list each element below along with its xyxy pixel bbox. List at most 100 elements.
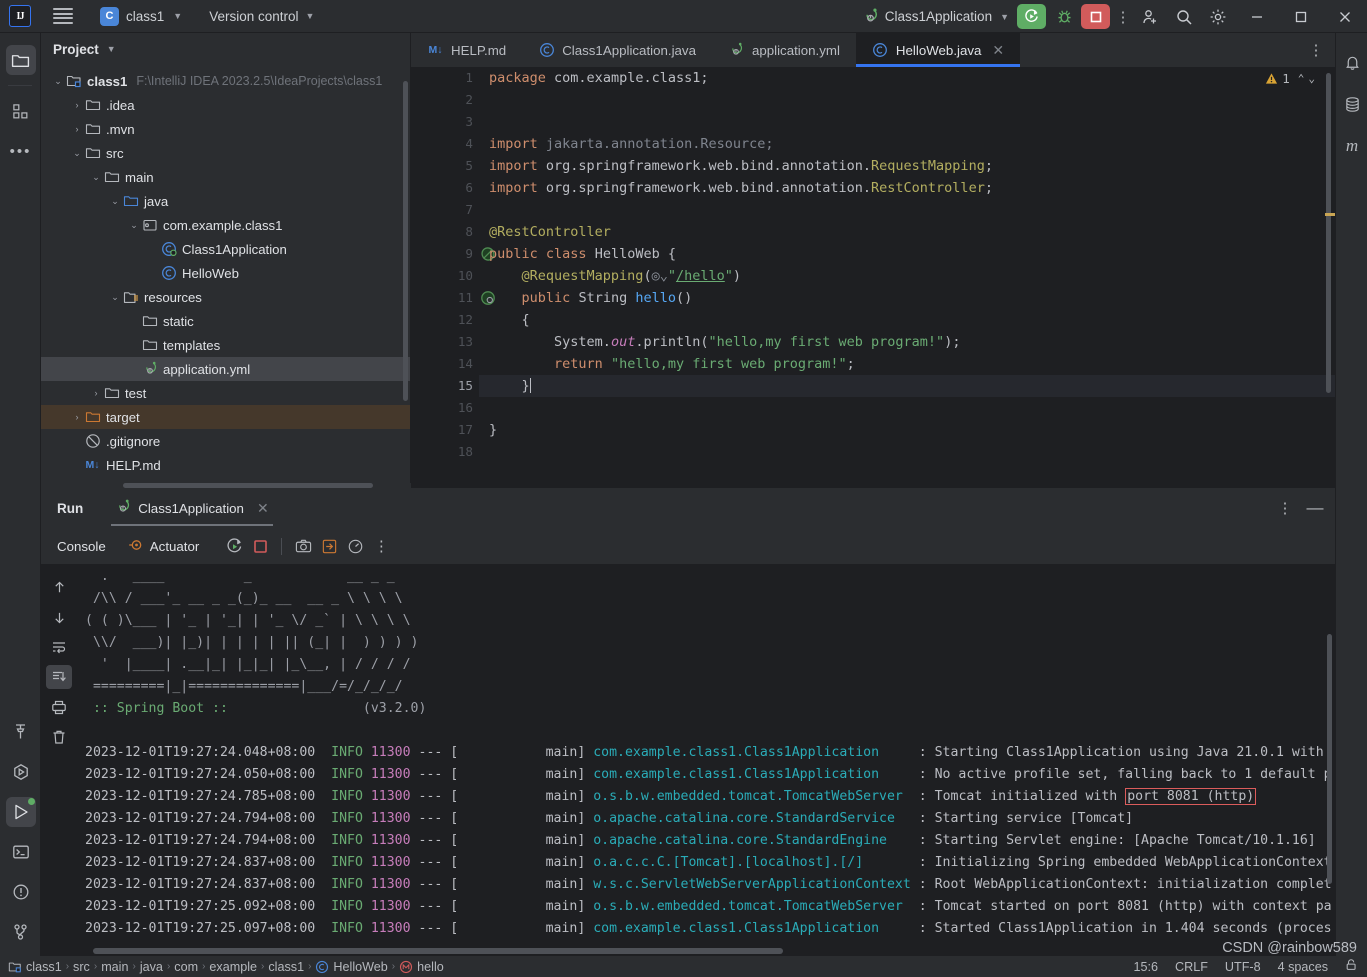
gutter-line-number[interactable]: 1	[411, 67, 479, 89]
editor-warning-marker[interactable]	[1325, 213, 1335, 216]
gutter-line-number[interactable]: 18	[411, 441, 479, 463]
inspection-widget[interactable]: 1 ⌃ ⌄	[1265, 71, 1315, 86]
breadcrumb-item-java[interactable]: java	[140, 960, 163, 974]
sidebar-item-version-control[interactable]	[0, 912, 41, 952]
tree-right-arrow-icon[interactable]: ›	[70, 124, 84, 134]
editor-tabs-more-icon[interactable]: ⋮	[1303, 33, 1329, 67]
indent-setting[interactable]: 4 spaces	[1278, 960, 1328, 974]
minimize-window-button[interactable]	[1235, 0, 1279, 33]
gutter-line-number[interactable]: 8	[411, 221, 479, 243]
gutter-line-number[interactable]: 14	[411, 353, 479, 375]
settings-gear-icon[interactable]	[1201, 0, 1235, 33]
editor-tab-bar[interactable]: M↓ HELP.md Class1Application.java applicati…	[411, 33, 1335, 67]
scroll-to-end-icon[interactable]	[41, 662, 77, 692]
gutter-line-number[interactable]: 3	[411, 111, 479, 133]
code-line[interactable]: @RequestMapping(◎⌄"/hello")	[479, 265, 1335, 287]
gutter-line-number[interactable]: 10	[411, 265, 479, 287]
tree-node-java[interactable]: ⌄ java	[41, 189, 410, 213]
run-configuration-selector[interactable]: Class1Application ▼	[862, 8, 1009, 25]
code-line[interactable]	[479, 199, 1335, 221]
tree-node-helloweb[interactable]: HelloWeb	[41, 261, 410, 285]
notifications-bell-icon[interactable]	[1336, 41, 1367, 83]
tree-node-src[interactable]: ⌄ src	[41, 141, 410, 165]
code-line[interactable]: return "hello,my first web program!";	[479, 353, 1335, 375]
sidebar-item-build[interactable]	[0, 712, 41, 752]
add-user-icon[interactable]	[1133, 0, 1167, 33]
gutter-line-number[interactable]: 16	[411, 397, 479, 419]
tree-down-arrow-icon[interactable]: ⌄	[127, 220, 141, 231]
scroll-down-icon[interactable]	[41, 602, 77, 632]
tree-node--mvn[interactable]: › .mvn	[41, 117, 410, 141]
tree-node-class1application[interactable]: Class1Application	[41, 237, 410, 261]
database-icon[interactable]	[1336, 83, 1367, 125]
gutter-line-number[interactable]: 17	[411, 419, 479, 441]
code-line[interactable]: }	[479, 375, 1335, 397]
run-session-tab[interactable]: Class1Application ✕	[105, 488, 278, 528]
close-tab-icon[interactable]: ✕	[992, 42, 1004, 59]
breadcrumb[interactable]: class1 › src › main › java › com › example › class1 ›…	[8, 960, 444, 974]
tree-down-arrow-icon[interactable]: ⌄	[70, 148, 84, 159]
print-icon[interactable]	[41, 692, 77, 722]
tree-node-help-md[interactable]: M↓ HELP.md	[41, 453, 410, 477]
code-line[interactable]: import jakarta.annotation.Resource;	[479, 133, 1335, 155]
run-button[interactable]	[1017, 4, 1046, 29]
code-line[interactable]: }	[479, 419, 1335, 441]
gutter-line-number[interactable]: 2	[411, 89, 479, 111]
close-window-button[interactable]	[1323, 0, 1367, 33]
editor-gutter[interactable]: 1 2 3 4 5 6 7 8 9 10 11 12 13 14 15 16 17 18	[411, 67, 495, 488]
editor-vertical-scrollbar[interactable]	[1326, 73, 1331, 393]
file-encoding[interactable]: UTF-8	[1225, 960, 1261, 974]
code-line[interactable]	[479, 397, 1335, 419]
gutter-line-number[interactable]: 9	[411, 243, 495, 265]
screenshot-icon[interactable]	[290, 533, 316, 559]
tree-node--idea[interactable]: › .idea	[41, 93, 410, 117]
more-actions-icon[interactable]: ⋮	[1113, 4, 1133, 29]
tree-node-class1[interactable]: ⌄ class1 F:\IntelliJ IDEA 2023.2.5\IdeaPro…	[41, 69, 410, 93]
console-more-icon[interactable]: ⋮	[368, 533, 394, 559]
gutter-line-number[interactable]: 15	[411, 375, 479, 397]
gutter-line-number[interactable]: 6	[411, 177, 479, 199]
chevron-down-icon[interactable]: ▼	[107, 44, 116, 54]
editor-code-lines[interactable]: package com.example.class1; import jakart…	[479, 67, 1335, 488]
editor-tab-helloweb-java[interactable]: HelloWeb.java ✕	[855, 33, 1021, 67]
clear-all-icon[interactable]	[41, 722, 77, 752]
sidebar-item-run[interactable]	[0, 792, 41, 832]
search-icon[interactable]	[1167, 0, 1201, 33]
editor-tab-help-md[interactable]: M↓ HELP.md	[411, 33, 522, 67]
gutter-line-number[interactable]: 7	[411, 199, 479, 221]
tree-node--gitignore[interactable]: .gitignore	[41, 429, 410, 453]
gutter-line-number[interactable]: 12	[411, 309, 479, 331]
breadcrumb-item-com[interactable]: com	[174, 960, 198, 974]
sidebar-item-problems[interactable]	[0, 872, 41, 912]
intellij-logo-icon[interactable]: IJ	[9, 5, 31, 27]
code-line[interactable]: public class HelloWeb {	[479, 243, 1335, 265]
line-separator[interactable]: CRLF	[1175, 960, 1208, 974]
stop-icon[interactable]	[247, 533, 273, 559]
debug-button[interactable]	[1051, 4, 1077, 29]
breadcrumb-item-main[interactable]: main	[101, 960, 128, 974]
breadcrumb-item-hello[interactable]: hello	[399, 960, 444, 974]
run-panel-options-icon[interactable]: ⋮	[1275, 496, 1295, 521]
sidebar-item-more-tools[interactable]: •••	[0, 131, 41, 171]
console-vertical-scrollbar[interactable]	[1327, 634, 1332, 884]
profiler-icon[interactable]	[342, 533, 368, 559]
sidebar-item-project[interactable]	[0, 40, 41, 80]
code-line[interactable]: import org.springframework.web.bind.anno…	[479, 155, 1335, 177]
gutter-line-number[interactable]: 4	[411, 133, 479, 155]
main-menu-icon[interactable]	[53, 8, 73, 24]
breadcrumb-item-class1[interactable]: class1	[268, 960, 304, 974]
console-log[interactable]: . ____ _ __ _ _ /\\ / ___'_ __ _ _(_)_ _…	[77, 564, 1335, 958]
code-line[interactable]: package com.example.class1;	[479, 67, 1335, 89]
project-tree[interactable]: ⌄ class1 F:\IntelliJ IDEA 2023.2.5\IdeaPro…	[41, 65, 410, 477]
scroll-up-icon[interactable]	[41, 572, 77, 602]
code-line[interactable]: System.out.println("hello,my first web p…	[479, 331, 1335, 353]
project-selector[interactable]: C class1 ▼	[95, 5, 187, 28]
tree-node-com-example-class1[interactable]: ⌄ com.example.class1	[41, 213, 410, 237]
prev-problem-icon[interactable]: ⌃	[1298, 72, 1305, 85]
next-problem-icon[interactable]: ⌄	[1308, 72, 1315, 85]
tree-node-resources[interactable]: ⌄ resources	[41, 285, 410, 309]
console-horizontal-scrollbar[interactable]	[93, 948, 783, 954]
gutter-line-number[interactable]: 5	[411, 155, 479, 177]
caret-position[interactable]: 15:6	[1134, 960, 1159, 974]
tree-down-arrow-icon[interactable]: ⌄	[51, 76, 65, 87]
